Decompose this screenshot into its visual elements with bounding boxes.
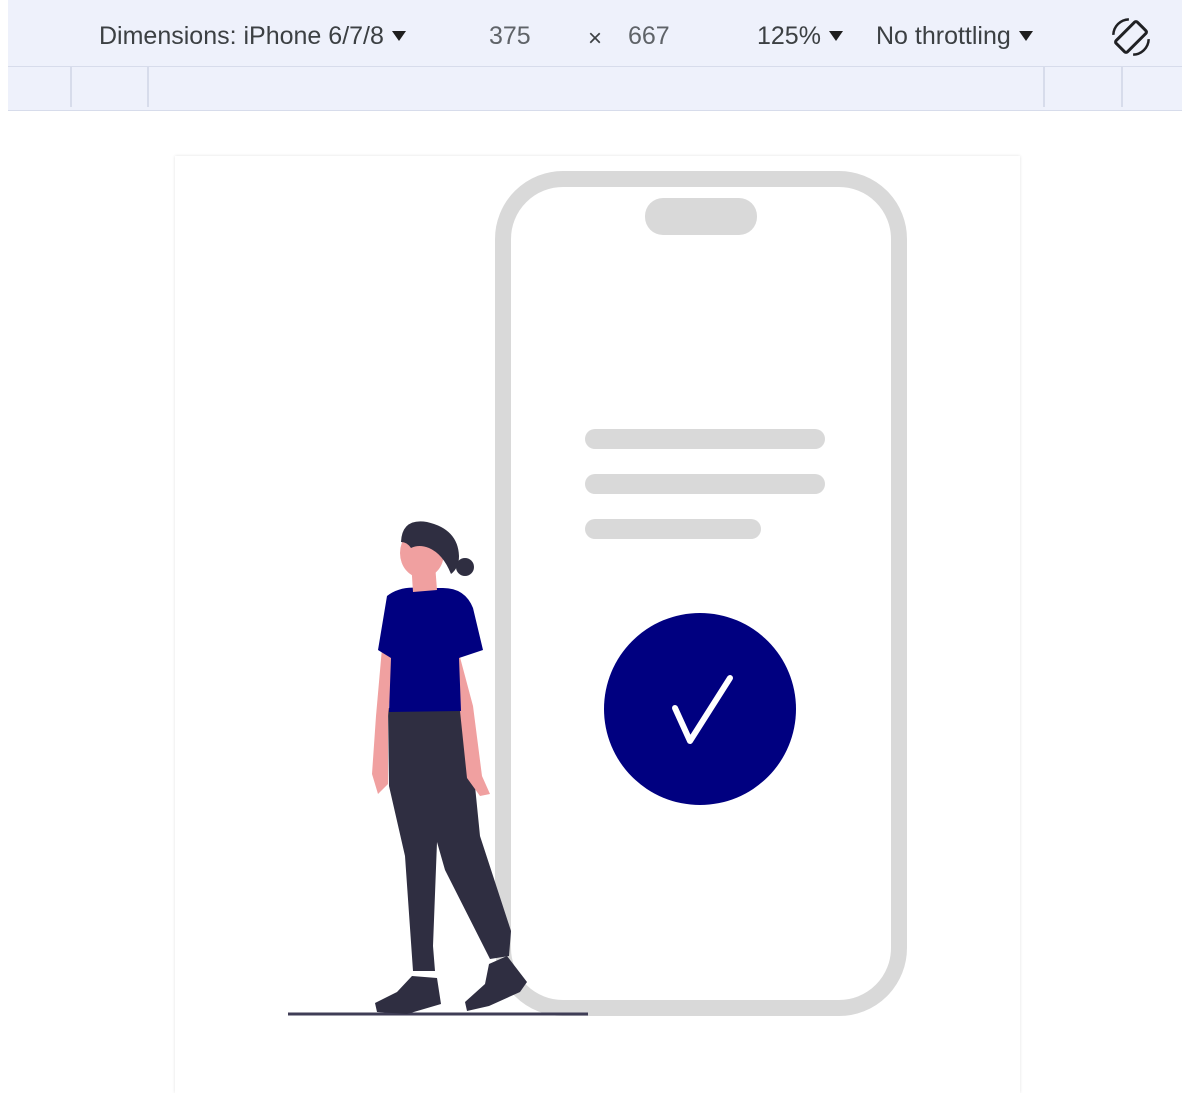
ruler-breakpoint <box>1043 67 1045 107</box>
zoom-dropdown[interactable]: 125% <box>757 20 843 52</box>
phone-icon <box>495 171 907 1016</box>
width-value: 375 <box>489 22 531 50</box>
device-viewport <box>175 156 1020 1093</box>
phone-confirmation-illustration <box>288 171 907 1016</box>
ruler-breakpoint <box>70 67 72 107</box>
width-input[interactable]: 375 <box>489 20 531 52</box>
dimensions-label: Dimensions: iPhone 6/7/8 <box>99 22 384 50</box>
media-query-ruler[interactable] <box>8 67 1182 111</box>
ruler-breakpoint <box>147 67 149 107</box>
times-icon: × <box>588 23 602 55</box>
placeholder-lines <box>585 429 825 539</box>
rotate-icon[interactable] <box>1108 14 1154 60</box>
rotate-icon-graphic <box>1112 18 1150 56</box>
check-icon <box>604 613 796 805</box>
height-value: 667 <box>628 22 670 50</box>
dropdown-caret-icon <box>1018 31 1033 41</box>
device-toolbar: Dimensions: iPhone 6/7/8 375 × 667 125% … <box>8 0 1182 67</box>
dimensions-dropdown[interactable]: Dimensions: iPhone 6/7/8 <box>99 20 406 52</box>
phone-notch <box>645 198 757 235</box>
height-input[interactable]: 667 <box>628 20 670 52</box>
throttling-dropdown[interactable]: No throttling <box>876 20 1033 52</box>
zoom-label: 125% <box>757 22 821 50</box>
times-symbol: × <box>588 25 603 52</box>
dropdown-caret-icon <box>828 31 843 41</box>
throttling-label: No throttling <box>876 22 1011 50</box>
ruler-breakpoint <box>1121 67 1123 107</box>
dropdown-caret-icon <box>391 31 406 41</box>
